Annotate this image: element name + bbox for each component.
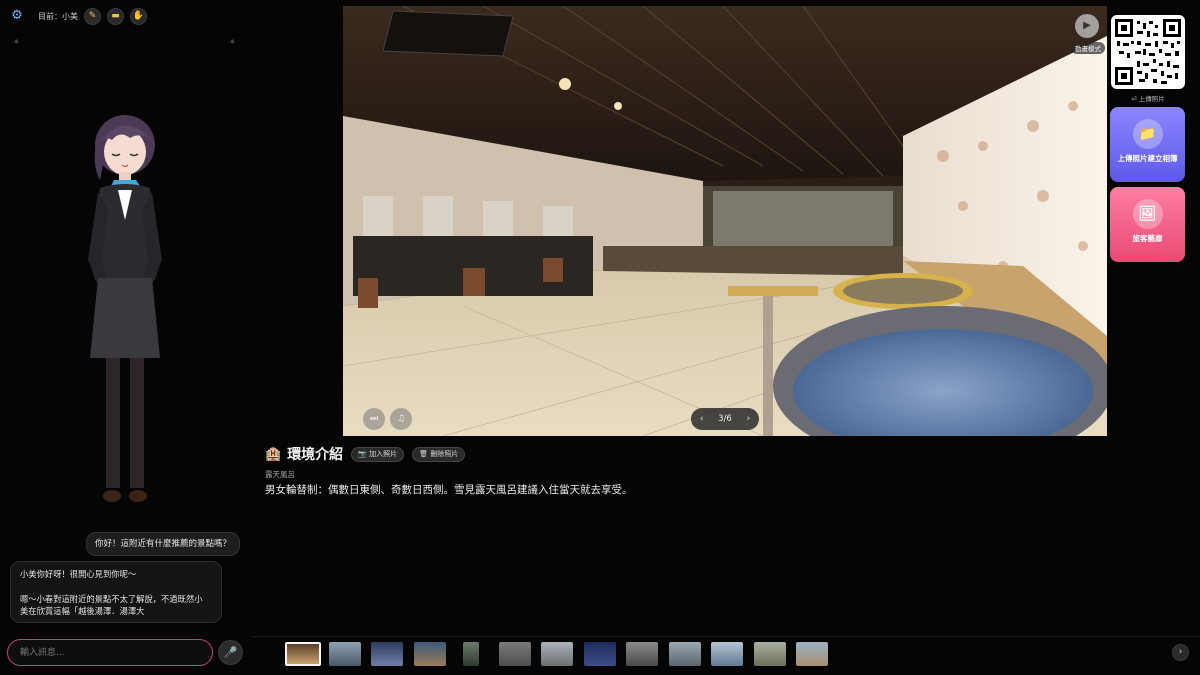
music-note-icon[interactable]: ♫ [390,408,412,430]
section-title: 環境介紹 [287,447,344,463]
microphone-button[interactable]: 🎤 [218,640,243,665]
thumbnail[interactable] [626,642,658,666]
section-header: 🏨 環境介紹 📷 加入照片 🗑 刪除照片 [265,444,466,464]
thumbnail[interactable] [541,642,573,666]
page-indicator: 3/6 [718,414,732,424]
upload-album-label: 上傳照片建立相簿 [1117,154,1178,163]
character-avatar [88,115,162,502]
bot-message-line: 嗯～小春對這附近的景點不太了解說，不過既然小 [20,593,203,604]
upload-photo-label: ⏎ 上傳照片 [1131,95,1165,103]
thumbnail[interactable] [499,642,531,666]
settings-gear-icon[interactable]: ⚙ [8,7,26,25]
add-photo-label: 加入照片 [369,449,398,458]
chat-input-wrapper [7,639,213,666]
top-toolbar: ⚙ 目前：小美 ✎ ▬ ✋ [8,6,147,26]
folder-icon: 📁 [1132,119,1163,149]
bot-message-line: 美在欣賞這幅「越後湯澤．湯澤大 [20,606,145,616]
thumbnail[interactable] [371,642,403,666]
upload-album-card[interactable]: 📁 上傳照片建立相簿 [1110,107,1185,182]
picture-icon: 🖼 [1132,199,1163,229]
thumbnail[interactable] [796,642,828,666]
thumbnail[interactable] [711,642,743,666]
bot-message-line: 小美你好呀！很開心見到你呢～ [20,569,137,579]
qr-code-icon [1115,19,1181,85]
delete-photo-button[interactable]: 🗑 刪除照片 [412,446,466,462]
traveler-gallery-label: 旅客藝廊 [1132,234,1163,243]
thumbnail[interactable] [414,642,446,666]
thumbnail-strip [252,636,1200,675]
thumbnail[interactable] [329,642,361,666]
app-root: ⚙ 目前：小美 ✎ ▬ ✋ ◆ ◆ 你好！這附近有什麼推薦的景點嗎？ 小美你好呀… [0,0,1200,675]
photo-viewer[interactable]: ⏭ ♫ ‹ 3/6 › ▶ 動畫模式 [343,6,1107,436]
chevron-right-icon[interactable]: › [1172,644,1189,661]
user-message-bubble: 你好！這附近有什麼推薦的景點嗎？ [86,532,240,556]
thumbnail[interactable] [285,642,321,666]
decorative-dot: ◆ [14,38,19,45]
add-photo-button[interactable]: 📷 加入照片 [351,446,405,462]
delete-photo-label: 刪除照片 [430,449,459,458]
thumbnail[interactable] [754,642,786,666]
photo-pager: ‹ 3/6 › [691,408,759,430]
thumbnail[interactable] [463,642,479,666]
animation-mode-label: 動畫模式 [1071,42,1105,54]
bath-photo [343,6,1107,436]
skip-forward-icon[interactable]: ⏭ [363,408,385,430]
photo-subtitle: 露天風呂 [265,470,295,479]
hotel-icon: 🏨 [265,446,282,462]
folder-icon[interactable]: ▬ [107,7,124,25]
bot-message-bubble: 小美你好呀！很開心見到你呢～ 嗯～小春對這附近的景點不太了解說，不過既然小 美在… [10,561,222,623]
photo-description: 男女輪替制：偶數日東側、奇數日西側。雪見露天風呂建議入住當天就去享受。 [265,484,633,496]
hand-icon[interactable]: ✋ [130,7,147,25]
traveler-gallery-card[interactable]: 🖼 旅客藝廊 [1110,187,1185,262]
chat-input[interactable] [8,640,212,666]
next-photo-button[interactable]: › [747,414,750,424]
pencil-icon[interactable]: ✎ [84,7,101,25]
decorative-dot: ◆ [230,38,235,45]
qr-code [1111,15,1185,89]
current-character-label: 目前：小美 [38,11,78,21]
play-animation-button[interactable]: ▶ [1075,14,1099,38]
thumbnail[interactable] [669,642,701,666]
thumbnail[interactable] [584,642,616,666]
previous-photo-button[interactable]: ‹ [700,414,703,424]
